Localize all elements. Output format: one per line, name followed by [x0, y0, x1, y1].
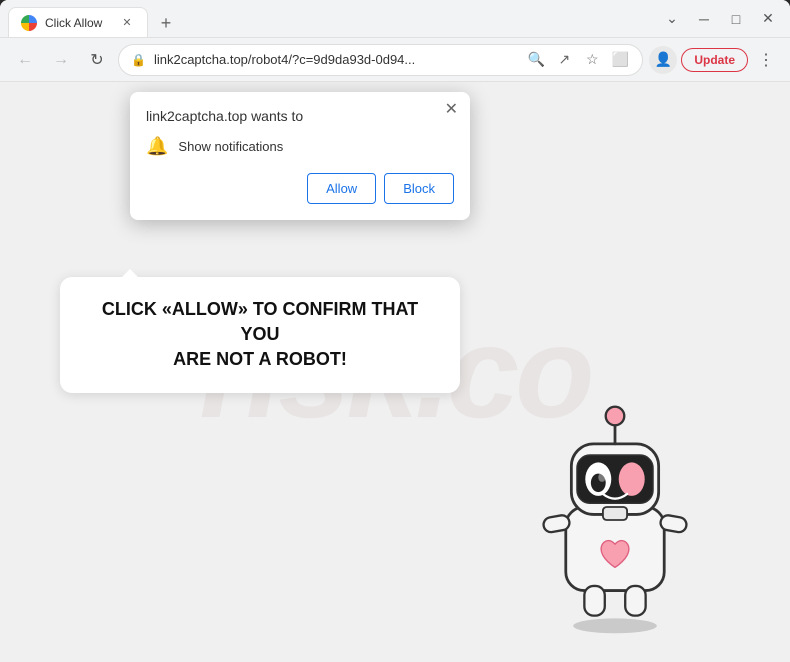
nav-right-controls: 👤 Update ⋮: [649, 46, 780, 74]
page-content: risk.co ✕ link2captcha.top wants to 🔔 Sh…: [0, 82, 790, 662]
maximize-button[interactable]: □: [722, 5, 750, 33]
title-bar: Click Allow ✕ + ⌄ ─ □ ✕: [0, 0, 790, 38]
active-tab[interactable]: Click Allow ✕: [8, 7, 148, 37]
reload-button[interactable]: ↻: [82, 45, 112, 75]
address-bar[interactable]: 🔒 link2captcha.top/robot4/?c=9d9da93d-0d…: [118, 44, 643, 76]
notification-popup: ✕ link2captcha.top wants to 🔔 Show notif…: [130, 92, 470, 220]
speech-bubble: CLICK «ALLOW» TO CONFIRM THAT YOU ARE NO…: [60, 277, 460, 393]
tab-close-button[interactable]: ✕: [119, 15, 135, 31]
bookmark-icon[interactable]: ☆: [582, 50, 602, 70]
tab-bar: Click Allow ✕ +: [8, 0, 652, 37]
robot-svg: [500, 377, 730, 637]
lock-icon: 🔒: [131, 53, 146, 67]
allow-button[interactable]: Allow: [307, 173, 376, 204]
new-tab-button[interactable]: +: [152, 9, 180, 37]
close-button[interactable]: ✕: [754, 5, 782, 33]
menu-button[interactable]: ⋮: [752, 46, 780, 74]
browser-window: Click Allow ✕ + ⌄ ─ □ ✕ ← → ↻ 🔒 link2cap…: [0, 0, 790, 662]
update-button[interactable]: Update: [681, 48, 748, 72]
address-icons: 🔍 ↗ ☆ ⬜: [526, 50, 630, 70]
robot-illustration: [500, 377, 730, 642]
minimize-button[interactable]: ─: [690, 5, 718, 33]
tablet-icon[interactable]: ⬜: [610, 50, 630, 70]
tab-favicon: [21, 15, 37, 31]
back-button[interactable]: ←: [10, 45, 40, 75]
share-icon[interactable]: ↗: [554, 50, 574, 70]
popup-buttons: Allow Block: [146, 173, 454, 204]
speech-bubble-area: CLICK «ALLOW» TO CONFIRM THAT YOU ARE NO…: [60, 277, 460, 393]
block-button[interactable]: Block: [384, 173, 454, 204]
nav-bar: ← → ↻ 🔒 link2captcha.top/robot4/?c=9d9da…: [0, 38, 790, 82]
url-text: link2captcha.top/robot4/?c=9d9da93d-0d94…: [154, 52, 518, 67]
popup-notification-row: 🔔 Show notifications: [146, 136, 454, 157]
popup-title: link2captcha.top wants to: [146, 108, 454, 124]
chevron-button[interactable]: ⌄: [658, 5, 686, 33]
bell-icon: 🔔: [146, 136, 168, 157]
speech-text: CLICK «ALLOW» TO CONFIRM THAT YOU ARE NO…: [88, 297, 432, 373]
search-icon[interactable]: 🔍: [526, 50, 546, 70]
popup-notification-label: Show notifications: [178, 139, 283, 154]
popup-close-button[interactable]: ✕: [445, 102, 458, 118]
profile-button[interactable]: 👤: [649, 46, 677, 74]
tab-title: Click Allow: [45, 16, 111, 30]
window-controls: ⌄ ─ □ ✕: [658, 5, 782, 33]
forward-button[interactable]: →: [46, 45, 76, 75]
